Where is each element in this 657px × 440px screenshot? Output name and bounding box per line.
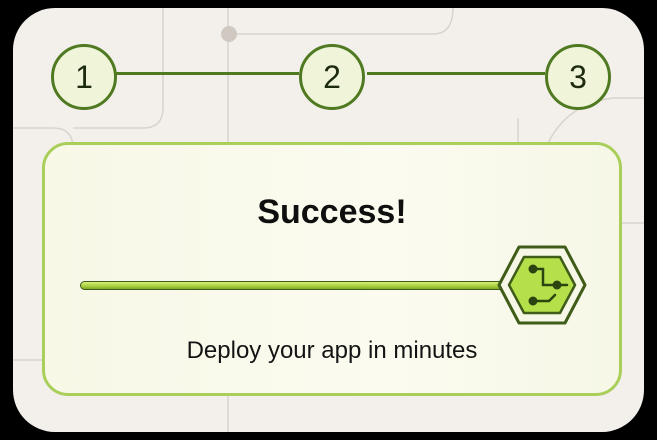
step-1-label: 1 (75, 58, 93, 95)
stepper: 1 2 3 (13, 8, 644, 148)
step-3-label: 3 (569, 58, 587, 95)
success-title: Success! (257, 193, 407, 231)
onboarding-card: 1 2 3 Success! Deploy your app in minute… (13, 8, 644, 432)
success-subtitle: Deploy your app in minutes (186, 337, 478, 364)
step-2-label: 2 (323, 58, 341, 95)
circuit-hexagon-icon[interactable] (497, 245, 587, 325)
step-connector-1-2 (115, 72, 299, 75)
step-3[interactable]: 3 (545, 44, 611, 110)
step-1[interactable]: 1 (51, 44, 117, 110)
step-2[interactable]: 2 (299, 44, 365, 110)
progress-track (80, 281, 504, 290)
step-connector-2-3 (367, 72, 545, 75)
success-panel: Success! Deploy your app in minutes (42, 142, 622, 396)
